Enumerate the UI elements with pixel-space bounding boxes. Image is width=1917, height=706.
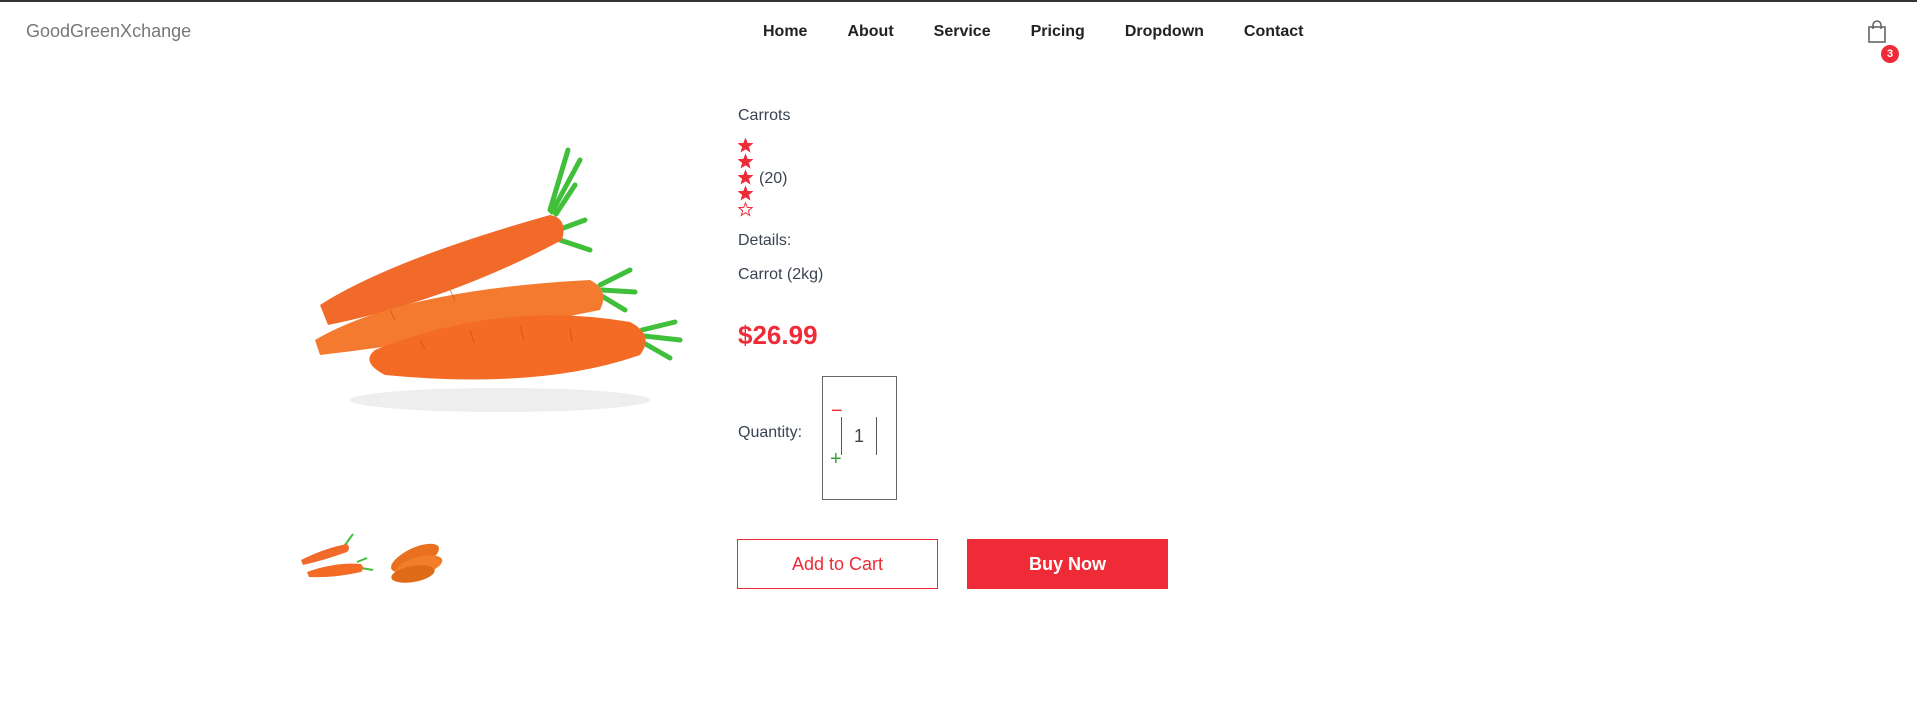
star-filled-icon bbox=[737, 137, 754, 153]
product-main-image bbox=[300, 100, 700, 460]
star-filled-icon bbox=[737, 185, 754, 201]
nav-service[interactable]: Service bbox=[934, 23, 991, 41]
increment-button[interactable]: + bbox=[830, 449, 842, 469]
nav-contact[interactable]: Contact bbox=[1244, 23, 1304, 41]
details-value: Carrot (2kg) bbox=[738, 266, 824, 283]
product-name: Carrots bbox=[738, 107, 791, 124]
rating-stars bbox=[737, 137, 754, 218]
cart-count-badge: 3 bbox=[1881, 45, 1899, 63]
nav-home[interactable]: Home bbox=[763, 23, 807, 41]
quantity-label: Quantity: bbox=[738, 424, 803, 441]
brand-logo[interactable]: GoodGreenXchange bbox=[26, 21, 191, 42]
review-count: (20) bbox=[759, 170, 788, 187]
nav-about[interactable]: About bbox=[847, 23, 893, 41]
quantity-stepper: − 1 + bbox=[822, 376, 897, 500]
main-nav: Home About Service Pricing Dropdown Cont… bbox=[763, 23, 1303, 41]
shopping-bag-icon[interactable] bbox=[1866, 20, 1890, 46]
nav-pricing[interactable]: Pricing bbox=[1031, 23, 1085, 41]
star-filled-icon bbox=[737, 169, 754, 185]
nav-dropdown[interactable]: Dropdown bbox=[1125, 23, 1204, 41]
product-thumbnail-1[interactable] bbox=[295, 520, 375, 590]
buy-now-button[interactable]: Buy Now bbox=[967, 539, 1168, 589]
star-empty-icon bbox=[737, 201, 754, 217]
details-label: Details: bbox=[738, 232, 792, 249]
add-to-cart-button[interactable]: Add to Cart bbox=[737, 539, 938, 589]
star-filled-icon bbox=[737, 153, 754, 169]
product-thumbnail-2[interactable] bbox=[377, 520, 457, 590]
top-border bbox=[0, 0, 1917, 2]
product-price: $26.99 bbox=[738, 320, 818, 350]
quantity-input[interactable]: 1 bbox=[841, 417, 877, 455]
